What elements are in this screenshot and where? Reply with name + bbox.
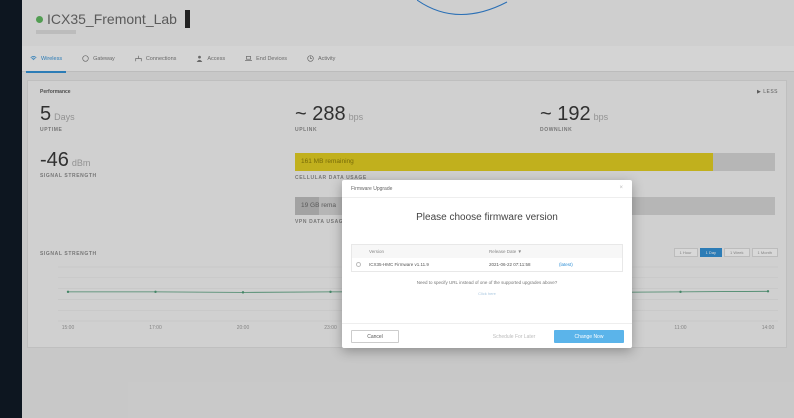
- column-header-version[interactable]: Version: [369, 249, 489, 254]
- cancel-button[interactable]: Cancel: [351, 330, 399, 343]
- custom-url-note: Need to specify URL instead of one of th…: [416, 280, 558, 285]
- left-dark-edge: [0, 0, 22, 418]
- modal-footer: Cancel Schedule For Later Change Now: [342, 323, 632, 348]
- firmware-upgrade-modal: Firmware Upgrade × Please choose firmwar…: [342, 180, 632, 348]
- pointer-curve-icon: [417, 0, 508, 15]
- table-header-row: Version Release Date ▼: [352, 245, 622, 258]
- modal-header-title: Firmware Upgrade: [351, 186, 393, 192]
- firmware-release-date: 2021-06-22 07:11:58: [489, 262, 531, 267]
- table-row[interactable]: ICX35-HMC Firmware v1.11.9 2021-06-22 07…: [352, 258, 622, 271]
- firmware-table: Version Release Date ▼ ICX35-HMC Firmwar…: [351, 244, 623, 272]
- column-header-release-date[interactable]: Release Date ▼: [489, 249, 559, 254]
- change-now-button[interactable]: Change Now: [554, 330, 624, 343]
- close-icon[interactable]: ×: [619, 185, 623, 191]
- schedule-later-button[interactable]: Schedule For Later: [482, 330, 546, 343]
- modal-header: Firmware Upgrade ×: [342, 180, 632, 198]
- firmware-tag: (latest): [559, 262, 573, 267]
- custom-url-link[interactable]: Click here: [342, 291, 632, 296]
- device-page: ICX35_Fremont_Lab Wireless Gateway Conne…: [22, 0, 794, 418]
- firmware-version: ICX35-HMC Firmware v1.11.9: [369, 262, 429, 267]
- firmware-radio[interactable]: [356, 262, 361, 267]
- modal-heading: Please choose firmware version: [416, 212, 558, 223]
